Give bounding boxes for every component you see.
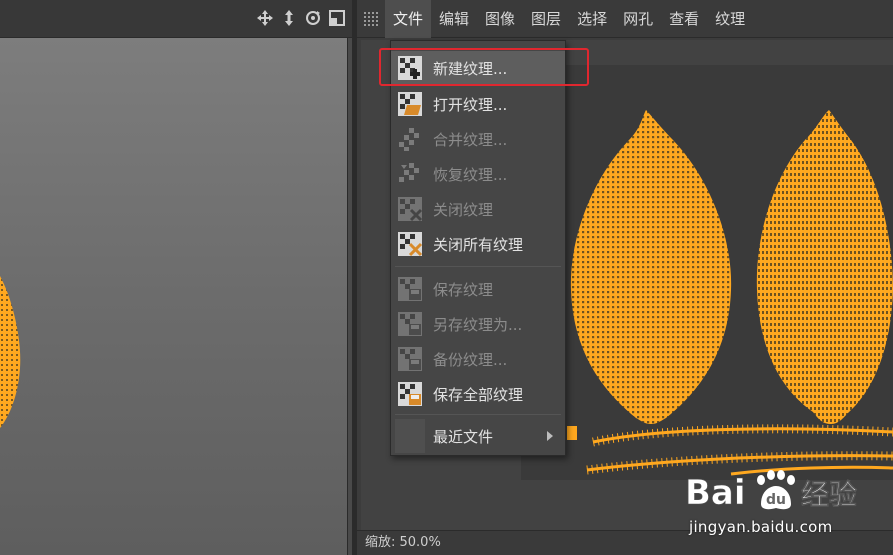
move-icon[interactable] (256, 9, 274, 27)
menu-item-label: 关闭所有纹理 (433, 235, 524, 254)
panel-grip-icon[interactable] (357, 0, 385, 38)
menu-item-label: 保存全部纹理 (433, 385, 524, 404)
mesh-preview (0, 276, 21, 428)
file-menu-dropdown: 新建纹理... 打开纹理... 合并纹理... 恢复纹理... 关闭纹理 关闭所… (390, 40, 566, 456)
menu-mesh[interactable]: 网孔 (615, 0, 661, 38)
open-texture-icon (397, 91, 423, 117)
save-all-textures-icon (397, 381, 423, 407)
merge-texture-icon (397, 126, 423, 152)
watermark-url: jingyan.baidu.com (689, 518, 833, 536)
zoom-level: 缩放: 50.0% (365, 535, 441, 550)
save-texture-as-icon (397, 311, 423, 337)
menu-item-label: 另存纹理为... (433, 315, 523, 334)
menu-item-label: 保存纹理 (433, 280, 494, 299)
close-texture-icon (397, 196, 423, 222)
menu-select[interactable]: 选择 (569, 0, 615, 38)
maximize-view-icon[interactable] (328, 9, 346, 27)
recent-files-icon (395, 419, 425, 453)
menu-item-label: 备份纹理... (433, 350, 508, 369)
backup-texture-icon (397, 346, 423, 372)
submenu-arrow-icon (547, 431, 553, 441)
rotate-icon[interactable] (304, 9, 322, 27)
baidu-watermark: Bai du 经验 jingyan.baidu.com (683, 462, 883, 542)
menu-item-label: 打开纹理... (433, 95, 508, 114)
menu-file[interactable]: 文件 (385, 0, 432, 38)
revert-texture-icon (397, 161, 423, 187)
menu-item-close-texture[interactable]: 关闭纹理 (391, 192, 565, 226)
close-all-textures-icon (397, 231, 423, 257)
menu-edit[interactable]: 编辑 (431, 0, 477, 38)
menu-item-label: 关闭纹理 (433, 200, 494, 219)
menu-item-merge-texture[interactable]: 合并纹理... (391, 122, 565, 156)
svg-text:经验: 经验 (801, 478, 857, 511)
highlight-box (379, 48, 589, 86)
dolly-icon[interactable] (280, 9, 298, 27)
menu-item-open-texture[interactable]: 打开纹理... (391, 87, 565, 121)
menu-item-label: 最近文件 (433, 427, 494, 446)
menu-item-label: 恢复纹理... (433, 165, 508, 184)
save-texture-icon (397, 276, 423, 302)
menu-item-recent-files[interactable]: 最近文件 (391, 419, 565, 453)
3d-viewport-canvas[interactable] (0, 38, 348, 555)
menu-item-save-texture-as[interactable]: 另存纹理为... (391, 307, 565, 341)
menu-image[interactable]: 图像 (477, 0, 523, 38)
menu-texture[interactable]: 纹理 (707, 0, 753, 38)
menu-item-revert-texture[interactable]: 恢复纹理... (391, 157, 565, 191)
menu-item-save-texture[interactable]: 保存纹理 (391, 272, 565, 306)
viewport-toolbar (0, 0, 352, 38)
svg-text:Bai: Bai (685, 473, 746, 513)
menu-separator (395, 414, 561, 415)
menu-item-save-all-textures[interactable]: 保存全部纹理 (391, 377, 565, 411)
menu-item-backup-texture[interactable]: 备份纹理... (391, 342, 565, 376)
svg-text:du: du (766, 492, 786, 508)
menu-separator (395, 266, 561, 267)
menu-view[interactable]: 查看 (661, 0, 707, 38)
menu-item-close-all-textures[interactable]: 关闭所有纹理 (391, 227, 565, 261)
menu-layer[interactable]: 图层 (523, 0, 569, 38)
baidu-jingyan-logo: Bai du 经验 (685, 470, 857, 513)
3d-viewport-panel (0, 0, 352, 555)
viewport-nav-icons (256, 9, 346, 27)
texture-menubar: 文件 编辑 图像 图层 选择 网孔 查看 纹理 (357, 0, 893, 38)
menu-item-label: 合并纹理... (433, 130, 508, 149)
